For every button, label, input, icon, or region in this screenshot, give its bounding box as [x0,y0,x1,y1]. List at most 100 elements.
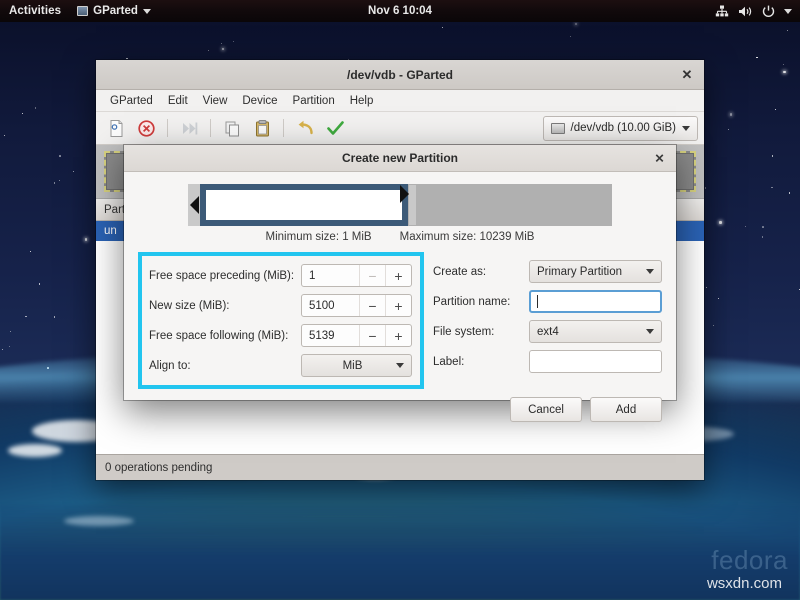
copy-icon[interactable] [218,115,246,141]
fedora-watermark: fedora [711,545,788,575]
create-as-select[interactable]: Primary Partition [529,260,662,283]
chevron-down-icon [646,269,654,274]
site-watermark: wsxdn.com [706,575,782,592]
device-selector[interactable]: /dev/vdb (10.00 GiB) [542,115,698,141]
free-space-following-label: Free space following (MiB): [149,329,289,342]
field-free-space-preceding: Free space preceding (MiB): 1 − + [149,264,412,287]
power-icon [762,5,775,17]
menu-partition[interactable]: Partition [286,93,342,109]
align-to-select[interactable]: MiB [301,354,412,377]
app-menu-button[interactable]: GParted [71,5,157,17]
window-title: /dev/vdb - GParted [346,67,454,82]
app-window-icon [77,6,89,16]
app-menu-label: GParted [93,5,138,17]
cancel-button[interactable]: Cancel [510,397,582,422]
delete-partition-icon[interactable] [132,115,160,141]
free-space-preceding-label: Free space preceding (MiB): [149,269,295,282]
align-to-label: Align to: [149,359,191,372]
dialog-action-buttons: Cancel Add [124,397,676,433]
free-space-block [417,184,612,226]
file-system-select[interactable]: ext4 [529,320,662,343]
dialog-title: Create new Partition [341,151,459,165]
new-size-minus-button[interactable]: − [359,295,385,316]
dialog-body: Minimum size: 1 MiB Maximum size: 10239 … [124,172,676,397]
gnome-top-bar: Activities GParted Nov 6 10:04 [0,0,800,22]
new-size-plus-button[interactable]: + [385,295,411,316]
field-file-system: File system: ext4 [433,320,662,343]
add-button[interactable]: Add [590,397,662,422]
close-icon[interactable]: ✕ [679,67,695,83]
network-icon [715,5,729,16]
cloud [8,444,62,457]
free-space-preceding-minus-button[interactable]: − [359,265,385,286]
window-titlebar: /dev/vdb - GParted ✕ [96,60,704,90]
close-icon[interactable]: ✕ [652,151,667,166]
field-create-as: Create as: Primary Partition [433,260,662,283]
new-size-value[interactable]: 5100 [302,295,359,316]
menu-device[interactable]: Device [235,93,284,109]
create-as-label: Create as: [433,265,487,278]
resize-move-icon[interactable] [175,115,203,141]
device-selector-label: /dev/vdb (10.00 GiB) [570,122,676,134]
statusbar: 0 operations pending [96,454,704,480]
new-size-stepper[interactable]: 5100 − + [301,294,412,317]
text-cursor [537,295,538,308]
new-partition-icon[interactable] [102,115,130,141]
chevron-down-icon [142,8,151,14]
free-space-preceding-stepper[interactable]: 1 − + [301,264,412,287]
slider-handle-left[interactable] [188,184,200,226]
field-partition-name: Partition name: [433,290,662,313]
activities-button[interactable]: Activities [0,5,71,17]
paste-icon[interactable] [248,115,276,141]
menubar: GParted Edit View Device Partition Help [96,90,704,112]
undo-icon[interactable] [291,115,319,141]
field-align-to: Align to: MiB [149,354,412,377]
label-input[interactable] [529,350,662,373]
dialog-titlebar: Create new Partition ✕ [124,145,676,172]
field-new-size: New size (MiB): 5100 − + [149,294,412,317]
size-fields-group-highlighted: Free space preceding (MiB): 1 − + New si… [138,252,424,389]
align-to-value: MiB [342,359,363,372]
toolbar-separator [167,119,168,137]
cloud [64,516,134,526]
free-space-preceding-plus-button[interactable]: + [385,265,411,286]
menu-gparted[interactable]: GParted [103,93,160,109]
field-label: Label: [433,350,662,373]
free-space-preceding-value[interactable]: 1 [302,265,359,286]
size-range-labels: Minimum size: 1 MiB Maximum size: 10239 … [138,231,662,243]
slider-handle-right[interactable] [400,184,417,226]
chevron-down-icon[interactable] [784,8,792,14]
dialog-form: Free space preceding (MiB): 1 − + New si… [138,252,662,389]
file-system-value: ext4 [537,325,559,338]
free-space-following-value[interactable]: 5139 [302,325,359,346]
new-size-label: New size (MiB): [149,299,230,312]
apply-icon[interactable] [321,115,349,141]
partition-name-cell: un [104,225,117,237]
triangle-left-icon [189,196,199,214]
toolbar: /dev/vdb (10.00 GiB) [96,112,704,145]
chevron-down-icon [396,363,404,368]
partition-properties-group: Create as: Primary Partition Partition n… [424,252,662,389]
partition-name-input[interactable] [529,290,662,313]
file-system-label: File system: [433,325,495,338]
menu-view[interactable]: View [196,93,235,109]
menu-help[interactable]: Help [343,93,381,109]
field-free-space-following: Free space following (MiB): 5139 − + [149,324,412,347]
new-partition-block[interactable] [200,184,408,226]
chevron-down-icon [682,125,690,131]
triangle-right-icon [400,185,409,203]
free-space-following-minus-button[interactable]: − [359,325,385,346]
menu-edit[interactable]: Edit [161,93,195,109]
system-status-area[interactable] [715,5,800,18]
minimum-size-label: Minimum size: 1 MiB [265,231,372,243]
toolbar-separator [283,119,284,137]
chevron-down-icon [646,329,654,334]
create-as-value: Primary Partition [537,265,622,278]
partition-name-label: Partition name: [433,295,511,308]
partition-size-slider[interactable] [188,184,612,226]
free-space-following-stepper[interactable]: 5139 − + [301,324,412,347]
maximum-size-label: Maximum size: 10239 MiB [399,231,535,243]
free-space-following-plus-button[interactable]: + [385,325,411,346]
toolbar-separator [210,119,211,137]
label-field-label: Label: [433,355,465,368]
